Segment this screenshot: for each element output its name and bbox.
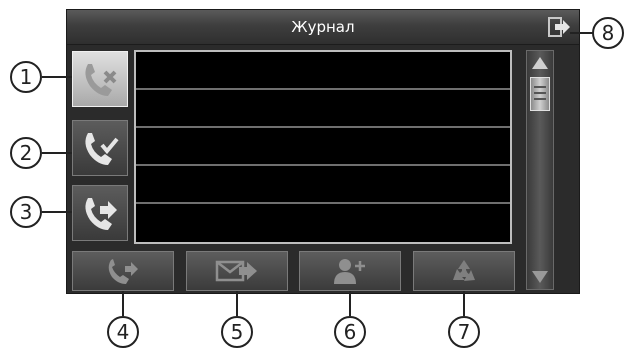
scroll-up-button[interactable] xyxy=(530,54,550,72)
recycle-button[interactable] xyxy=(413,251,515,291)
callout-leader xyxy=(42,211,72,213)
send-message-button[interactable] xyxy=(186,251,288,291)
callout-7: 7 xyxy=(448,316,480,348)
scrollbar[interactable] xyxy=(526,50,554,290)
callout-leader xyxy=(463,291,465,316)
missed-call-icon xyxy=(85,64,117,96)
callout-leader xyxy=(42,152,72,154)
title-bar: Журнал xyxy=(67,10,579,45)
dialed-calls-button[interactable] xyxy=(72,185,128,241)
list-item[interactable] xyxy=(136,204,510,242)
callout-3: 3 xyxy=(10,196,42,228)
exit-icon xyxy=(548,17,570,37)
callout-1: 1 xyxy=(10,61,42,93)
call-button[interactable] xyxy=(72,251,174,291)
page-title: Журнал xyxy=(291,18,355,36)
list-item[interactable] xyxy=(136,52,510,90)
dialed-call-icon xyxy=(85,198,117,230)
arrow-up-icon xyxy=(532,57,548,69)
list-item[interactable] xyxy=(136,166,510,204)
send-message-icon xyxy=(215,260,257,282)
add-contact-icon xyxy=(334,259,365,284)
callout-4: 4 xyxy=(107,316,139,348)
arrow-down-icon xyxy=(532,271,548,283)
call-icon xyxy=(108,259,138,284)
received-calls-button[interactable] xyxy=(72,120,128,176)
received-call-icon xyxy=(85,133,119,165)
callout-6: 6 xyxy=(334,316,366,348)
add-contact-button[interactable] xyxy=(299,251,401,291)
callout-8: 8 xyxy=(592,17,624,49)
callout-leader xyxy=(122,291,124,316)
list-item[interactable] xyxy=(136,90,510,128)
recycle-icon xyxy=(453,260,475,281)
callout-leader xyxy=(349,291,351,316)
callout-2: 2 xyxy=(10,137,42,169)
call-log-list xyxy=(134,50,512,244)
scroll-down-button[interactable] xyxy=(530,268,550,286)
callout-leader xyxy=(42,76,72,78)
scroll-thumb[interactable] xyxy=(530,77,550,111)
list-item[interactable] xyxy=(136,128,510,166)
exit-button[interactable] xyxy=(547,16,571,38)
callout-5: 5 xyxy=(221,316,253,348)
phone-log-window: Журнал xyxy=(66,9,580,294)
missed-calls-button[interactable] xyxy=(72,51,128,107)
callout-leader xyxy=(236,291,238,316)
grip-icon xyxy=(534,86,546,100)
